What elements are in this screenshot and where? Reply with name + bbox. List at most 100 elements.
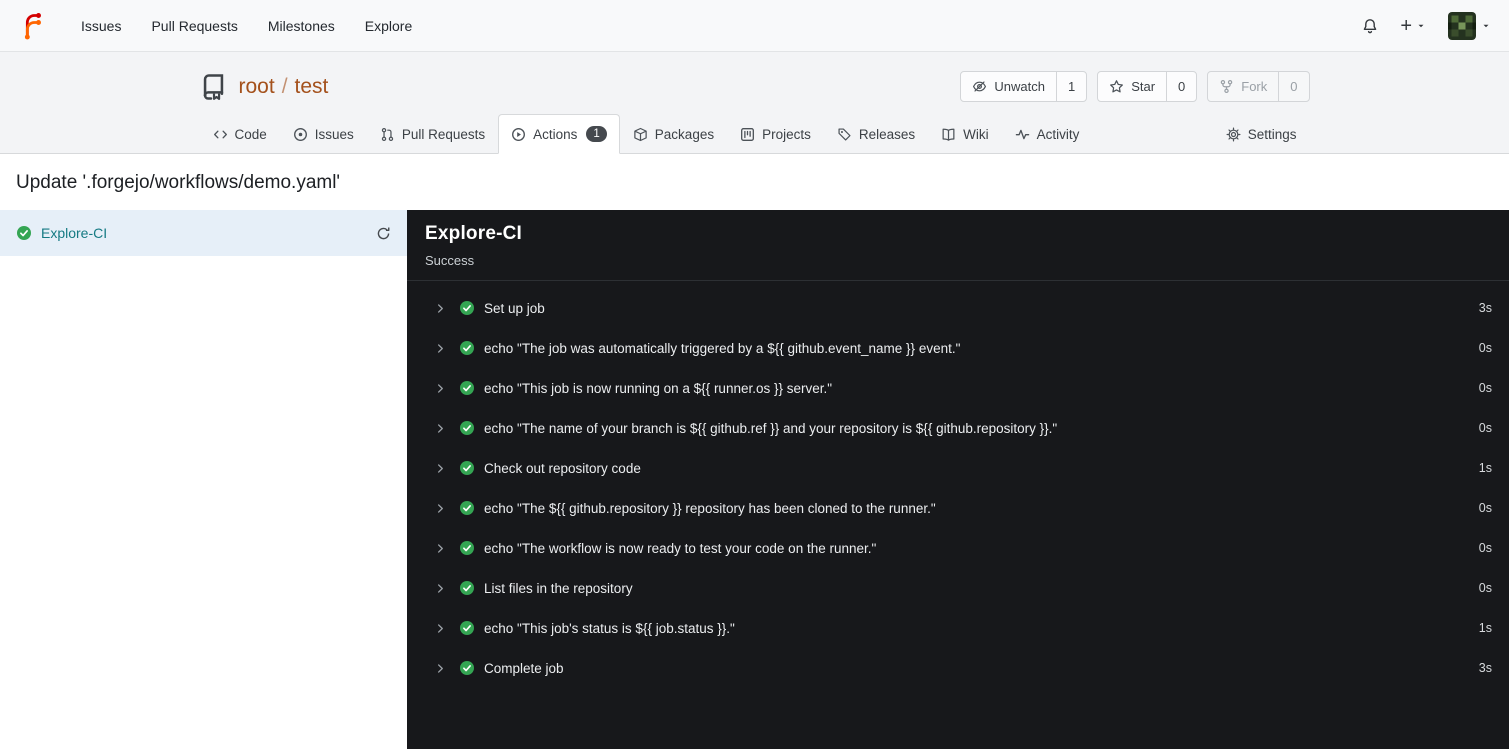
repo-owner-link[interactable]: root — [239, 75, 275, 99]
star-icon — [1109, 79, 1124, 94]
step-row-4[interactable]: Check out repository code 1s — [407, 448, 1509, 488]
job-header: Explore-CI Success — [407, 210, 1509, 281]
forks-count[interactable]: 0 — [1278, 72, 1308, 101]
star-button-group: Star 0 — [1097, 71, 1198, 102]
check-circle-icon — [459, 660, 475, 676]
tab-packages[interactable]: Packages — [620, 115, 727, 154]
watch-button-group: Unwatch 1 — [960, 71, 1088, 102]
tab-packages-label: Packages — [654, 127, 715, 142]
step-row-8[interactable]: echo "This job's status is ${{ job.statu… — [407, 608, 1509, 648]
job-item-explore-ci[interactable]: Explore-CI — [0, 210, 407, 256]
job-name: Explore-CI — [425, 223, 523, 244]
step-row-5[interactable]: echo "The ${{ github.repository }} repos… — [407, 488, 1509, 528]
repo-action-buttons: Unwatch 1 Star 0 Fork 0 — [960, 71, 1310, 102]
avatar — [1448, 11, 1476, 40]
check-circle-icon — [459, 500, 475, 516]
step-name: echo "This job is now running on a ${{ r… — [484, 380, 833, 396]
fork-button-group: Fork 0 — [1207, 71, 1310, 102]
forgejo-logo-icon — [18, 12, 46, 40]
star-label: Star — [1131, 79, 1156, 94]
tab-pull-requests-label: Pull Requests — [401, 127, 486, 142]
issue-icon — [293, 127, 308, 142]
step-name: List files in the repository — [484, 580, 633, 596]
stars-count[interactable]: 0 — [1166, 72, 1196, 101]
chevron-right-icon — [434, 542, 447, 555]
create-new-button[interactable]: + — [1400, 16, 1426, 36]
watchers-count[interactable]: 1 — [1055, 72, 1086, 101]
chevron-right-icon — [434, 342, 447, 355]
pulse-icon — [1015, 127, 1030, 142]
step-row-7[interactable]: List files in the repository 0s — [407, 568, 1509, 608]
job-status: Success — [425, 253, 475, 268]
step-row-9[interactable]: Complete job 3s — [407, 648, 1509, 688]
check-circle-icon — [459, 420, 475, 436]
user-menu-button[interactable] — [1448, 11, 1491, 40]
check-circle-icon — [459, 380, 475, 396]
navbar-right: + — [1362, 11, 1491, 40]
tab-activity[interactable]: Activity — [1002, 115, 1093, 154]
nav-item-pull-requests[interactable]: Pull Requests — [138, 10, 250, 42]
chevron-right-icon — [434, 502, 447, 515]
run-title: Update '.forgejo/workflows/demo.yaml' — [16, 172, 341, 193]
step-name: echo "The ${{ github.repository }} repos… — [484, 500, 936, 516]
tab-issues[interactable]: Issues — [280, 115, 367, 154]
tab-settings-label: Settings — [1247, 127, 1297, 142]
step-row-1[interactable]: echo "The job was automatically triggere… — [407, 328, 1509, 368]
notifications-button[interactable] — [1362, 18, 1378, 34]
pull-request-icon — [380, 127, 395, 142]
check-circle-icon — [459, 540, 475, 556]
unwatch-button[interactable]: Unwatch — [961, 72, 1056, 101]
tab-wiki[interactable]: Wiki — [928, 115, 1002, 154]
tab-actions[interactable]: Actions 1 — [498, 114, 620, 154]
sync-icon — [376, 226, 391, 241]
steps-list: Set up job 3s echo "The job was automati… — [407, 281, 1509, 695]
nav-item-explore[interactable]: Explore — [352, 10, 425, 42]
rerun-job-button[interactable] — [374, 224, 393, 243]
bell-icon — [1362, 18, 1378, 34]
check-circle-icon — [459, 620, 475, 636]
chevron-right-icon — [434, 382, 447, 395]
job-label: Explore-CI — [41, 225, 108, 241]
code-icon — [213, 127, 228, 142]
caret-down-icon — [1481, 21, 1491, 31]
step-duration: 0s — [1478, 381, 1492, 395]
plus-icon: + — [1400, 14, 1412, 37]
step-duration: 3s — [1478, 301, 1492, 315]
step-duration: 0s — [1478, 501, 1492, 515]
book-open-icon — [941, 127, 956, 142]
chevron-right-icon — [434, 662, 447, 675]
fork-button[interactable]: Fork — [1208, 72, 1278, 101]
run-view: Explore-CI Explore-CI Success Set up job… — [0, 210, 1509, 749]
check-circle-icon — [459, 300, 475, 316]
tab-releases[interactable]: Releases — [824, 115, 928, 154]
tab-releases-label: Releases — [858, 127, 916, 142]
repo-tabs: Code Issues Pull Requests Actions 1 Pack… — [196, 114, 1314, 154]
step-duration: 0s — [1478, 421, 1492, 435]
tab-code[interactable]: Code — [200, 115, 280, 154]
tab-code-label: Code — [234, 127, 267, 142]
check-circle-icon — [459, 340, 475, 356]
tab-pull-requests[interactable]: Pull Requests — [367, 115, 498, 154]
check-circle-icon — [459, 460, 475, 476]
nav-item-milestones[interactable]: Milestones — [255, 10, 348, 42]
tab-projects[interactable]: Projects — [727, 115, 824, 154]
tab-activity-label: Activity — [1036, 127, 1080, 142]
star-button[interactable]: Star — [1098, 72, 1166, 101]
repo-name-link[interactable]: test — [295, 75, 329, 99]
tab-wiki-label: Wiki — [963, 127, 989, 142]
step-row-3[interactable]: echo "The name of your branch is ${{ git… — [407, 408, 1509, 448]
tab-settings[interactable]: Settings — [1213, 115, 1310, 154]
step-duration: 0s — [1478, 581, 1492, 595]
repo-icon — [200, 73, 227, 100]
primary-nav: Issues Pull Requests Milestones Explore — [68, 10, 425, 42]
step-row-2[interactable]: echo "This job is now running on a ${{ r… — [407, 368, 1509, 408]
forgejo-logo[interactable] — [18, 12, 46, 40]
step-row-6[interactable]: echo "The workflow is now ready to test … — [407, 528, 1509, 568]
nav-item-issues[interactable]: Issues — [68, 10, 134, 42]
step-row-0[interactable]: Set up job 3s — [407, 288, 1509, 328]
step-name: echo "The name of your branch is ${{ git… — [484, 420, 1058, 436]
chevron-right-icon — [434, 422, 447, 435]
tab-actions-label: Actions — [533, 126, 578, 142]
step-duration: 3s — [1478, 661, 1492, 675]
step-name: Set up job — [484, 300, 545, 316]
